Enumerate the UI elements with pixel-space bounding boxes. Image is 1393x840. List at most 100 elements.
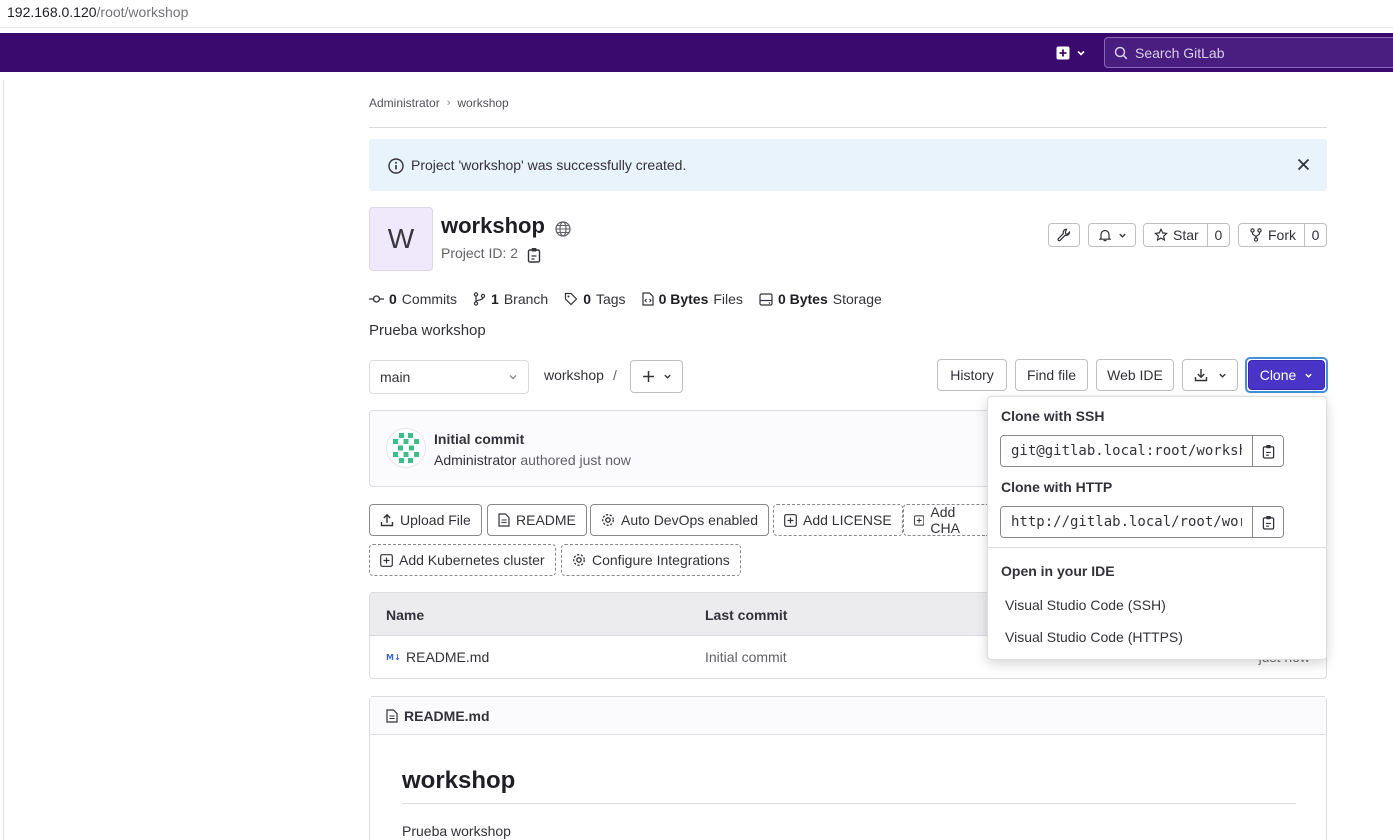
readme-panel: README.md workshop Prueba workshop bbox=[369, 696, 1327, 840]
file-name[interactable]: README.md bbox=[406, 649, 489, 665]
chevron-down-icon bbox=[1218, 373, 1226, 378]
breadcrumb-item-workshop[interactable]: workshop bbox=[457, 96, 508, 110]
fork-icon bbox=[1250, 228, 1262, 242]
add-license-label: Add LICENSE bbox=[803, 512, 892, 528]
star-count[interactable]: 0 bbox=[1206, 224, 1229, 246]
project-title: workshop bbox=[441, 213, 545, 238]
copy-http-button[interactable] bbox=[1252, 507, 1283, 537]
stat-storage[interactable]: 0 Bytes Storage bbox=[759, 291, 882, 307]
url-path: /root/workshop bbox=[96, 4, 189, 20]
open-vscode-https-item[interactable]: Visual Studio Code (HTTPS) bbox=[1005, 629, 1183, 645]
clone-button[interactable]: Clone bbox=[1248, 360, 1325, 390]
document-icon bbox=[498, 513, 510, 527]
file-code-icon bbox=[641, 292, 654, 306]
find-file-button[interactable]: Find file bbox=[1015, 359, 1088, 391]
add-to-tree-button[interactable] bbox=[630, 360, 683, 393]
stat-commits[interactable]: 0 Commits bbox=[369, 291, 457, 307]
settings-gear-icon bbox=[602, 514, 614, 526]
stat-files[interactable]: 0 Bytes Files bbox=[641, 291, 743, 307]
chevron-down-icon bbox=[1305, 373, 1313, 378]
readme-button[interactable]: README bbox=[487, 504, 587, 536]
configure-integrations-button[interactable]: Configure Integrations bbox=[561, 544, 741, 576]
stat-files-value: 0 Bytes bbox=[658, 291, 709, 307]
stat-branch-value: 1 bbox=[491, 291, 499, 307]
stat-commits-label: Commits bbox=[401, 291, 458, 307]
upload-file-label: Upload File bbox=[400, 512, 471, 528]
branch-selector[interactable]: main bbox=[369, 360, 529, 394]
success-alert: Project 'workshop' was successfully crea… bbox=[369, 139, 1327, 191]
readme-filename[interactable]: README.md bbox=[404, 708, 490, 724]
settings-gear-icon bbox=[573, 554, 585, 566]
stat-commits-value: 0 bbox=[389, 291, 397, 307]
stat-tags[interactable]: 0 Tags bbox=[564, 291, 626, 307]
markdown-icon: M↓ bbox=[386, 653, 401, 662]
fork-count[interactable]: 0 bbox=[1304, 224, 1326, 246]
copy-icon[interactable] bbox=[527, 247, 541, 263]
wrench-icon bbox=[1057, 228, 1071, 242]
url-host: 192.168.0.120 bbox=[7, 4, 97, 20]
clone-ssh-input[interactable] bbox=[1001, 436, 1252, 466]
search-icon bbox=[1114, 46, 1128, 59]
new-menu-button[interactable] bbox=[1056, 43, 1094, 63]
clone-http-label: Clone with HTTP bbox=[1001, 479, 1113, 495]
settings-button[interactable] bbox=[1048, 223, 1080, 247]
readme-header: README.md bbox=[370, 697, 1326, 735]
auto-devops-button[interactable]: Auto DevOps enabled bbox=[590, 504, 769, 536]
close-icon[interactable] bbox=[1297, 158, 1310, 171]
plus-square-icon bbox=[380, 553, 393, 567]
upload-icon bbox=[380, 513, 394, 527]
bell-icon bbox=[1098, 229, 1111, 242]
search-placeholder: Search GitLab bbox=[1135, 44, 1225, 61]
copy-ssh-button[interactable] bbox=[1252, 436, 1283, 466]
stat-storage-value: 0 Bytes bbox=[777, 291, 828, 307]
stat-branch-label: Branch bbox=[503, 291, 549, 307]
commit-author[interactable]: Administrator bbox=[434, 452, 516, 468]
copy-icon bbox=[1262, 515, 1274, 530]
notification-button[interactable] bbox=[1088, 223, 1136, 247]
tag-icon bbox=[565, 292, 578, 306]
project-avatar: W bbox=[369, 207, 433, 271]
storage-icon bbox=[759, 292, 773, 306]
fork-button[interactable]: Fork 0 bbox=[1238, 223, 1327, 247]
file-last-commit[interactable]: Initial commit bbox=[705, 649, 787, 665]
stat-tags-label: Tags bbox=[595, 291, 626, 307]
branch-name: main bbox=[380, 369, 411, 385]
sidebar-edge bbox=[3, 80, 4, 840]
search-input[interactable]: Search GitLab bbox=[1104, 37, 1393, 68]
web-ide-button[interactable]: Web IDE bbox=[1096, 359, 1174, 391]
add-kubernetes-label: Add Kubernetes cluster bbox=[399, 552, 545, 568]
add-license-button[interactable]: Add LICENSE bbox=[773, 504, 903, 536]
clone-http-input[interactable] bbox=[1001, 507, 1252, 537]
download-button[interactable] bbox=[1182, 359, 1238, 391]
history-button[interactable]: History bbox=[937, 359, 1007, 391]
column-header-name: Name bbox=[386, 607, 425, 623]
configure-integrations-label: Configure Integrations bbox=[592, 552, 730, 568]
stat-branch[interactable]: 1 Branch bbox=[473, 291, 548, 307]
commit-icon bbox=[369, 295, 384, 303]
open-vscode-ssh-item[interactable]: Visual Studio Code (SSH) bbox=[1005, 597, 1166, 613]
chevron-down-icon bbox=[1077, 50, 1085, 56]
path-separator: / bbox=[613, 367, 617, 383]
commit-title[interactable]: Initial commit bbox=[434, 431, 524, 447]
stat-storage-label: Storage bbox=[832, 291, 882, 307]
star-button[interactable]: Star 0 bbox=[1143, 223, 1230, 247]
add-changelog-button[interactable]: Add CHA bbox=[903, 504, 987, 536]
add-kubernetes-cluster-button[interactable]: Add Kubernetes cluster bbox=[369, 544, 556, 576]
plus-square-icon bbox=[1056, 46, 1070, 60]
repo-path[interactable]: workshop bbox=[544, 367, 604, 383]
breadcrumb-item-administrator[interactable]: Administrator bbox=[369, 96, 440, 110]
readme-label: README bbox=[516, 512, 576, 528]
readme-heading: workshop bbox=[402, 767, 516, 794]
auto-devops-label: Auto DevOps enabled bbox=[621, 512, 758, 528]
star-label: Star bbox=[1173, 227, 1199, 243]
clone-ssh-field bbox=[1000, 435, 1284, 467]
browser-address-bar[interactable]: 192.168.0.120/root/workshop bbox=[0, 0, 1393, 28]
plus-square-icon bbox=[784, 513, 797, 527]
branch-icon bbox=[473, 292, 486, 306]
plus-icon bbox=[642, 371, 654, 382]
copy-icon bbox=[1262, 444, 1274, 459]
table-row[interactable]: M↓ README.md bbox=[386, 649, 489, 665]
info-icon bbox=[388, 158, 404, 174]
upload-file-button[interactable]: Upload File bbox=[369, 504, 482, 536]
address-url[interactable]: 192.168.0.120/root/workshop bbox=[7, 4, 188, 20]
